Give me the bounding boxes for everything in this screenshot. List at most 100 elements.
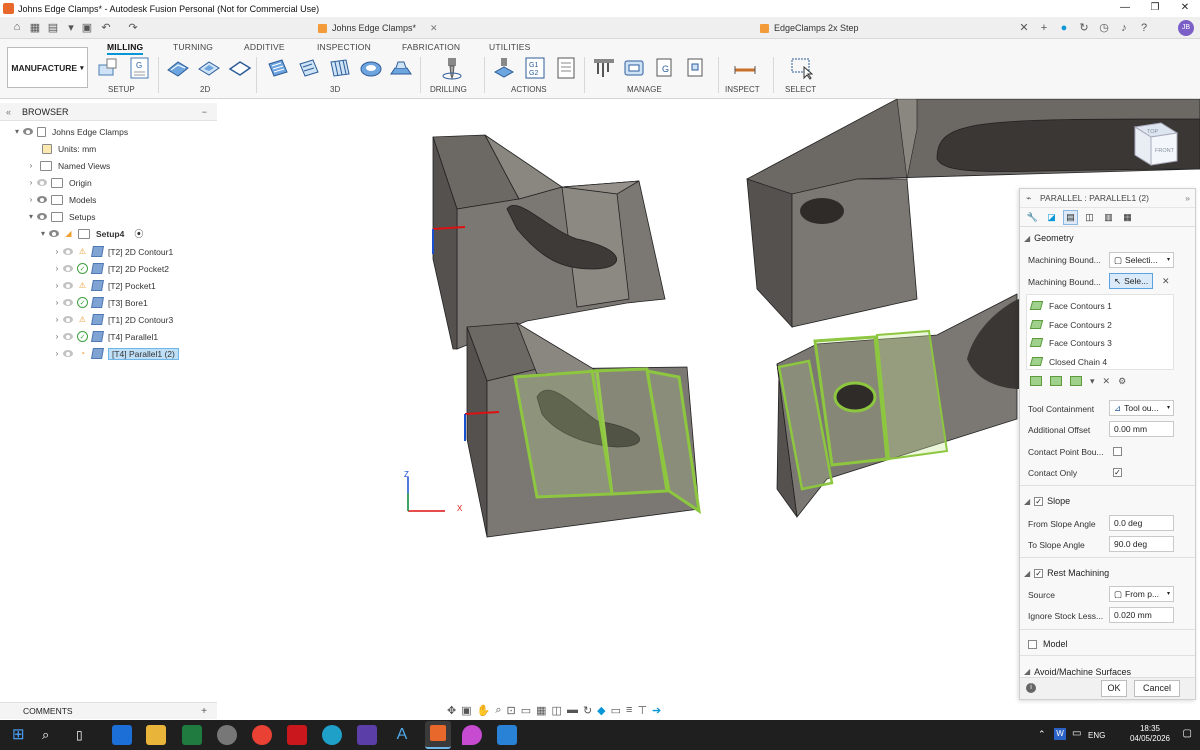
chevron-right-icon[interactable]: ›	[52, 315, 62, 324]
close-window-button[interactable]: ✕	[1170, 0, 1200, 17]
simulation-icon[interactable]: ➔	[652, 704, 661, 717]
list-item[interactable]: Face Contours 1	[1029, 297, 1112, 314]
file-explorer-icon[interactable]	[146, 725, 166, 745]
boundary-selection-button[interactable]: ↖ Sele...	[1109, 273, 1153, 289]
linking-tab-icon[interactable]: ▥	[1101, 210, 1116, 225]
operation-row[interactable]: › ⚠ [T2] Pocket1	[0, 277, 217, 294]
contour-3d-icon[interactable]	[389, 56, 413, 80]
clear-selection-icon[interactable]: ✕	[1162, 276, 1170, 287]
group-2d[interactable]: 2D	[200, 85, 210, 94]
fit-icon[interactable]: ⊡	[507, 704, 516, 717]
source-select[interactable]: ▢ From p... ▾	[1109, 586, 1174, 602]
chevron-down-icon[interactable]: ◢	[1024, 497, 1030, 506]
grid-settings-icon[interactable]: ▦	[536, 704, 546, 717]
3d-adaptive-icon[interactable]	[266, 56, 290, 80]
tray-chevron-icon[interactable]: ⌃	[1038, 729, 1046, 740]
browser-setup4[interactable]: ▾ ◢ Setup4 ⦿	[0, 225, 217, 242]
2d-adaptive-icon[interactable]	[166, 56, 190, 80]
visibility-icon[interactable]	[62, 281, 74, 290]
chevron-down-icon[interactable]: ▾	[1090, 376, 1095, 387]
word-tray-icon[interactable]: W	[1054, 728, 1066, 740]
post-process-icon[interactable]: G1G2	[523, 56, 547, 80]
chevron-down-icon[interactable]: ▾	[64, 21, 78, 34]
undo-icon[interactable]: ↶	[99, 21, 113, 34]
tab-fabrication[interactable]: FABRICATION	[402, 42, 460, 52]
chevron-down-icon[interactable]: ▾	[26, 212, 36, 221]
chevron-down-icon[interactable]: ◢	[1024, 234, 1030, 243]
scallop-icon[interactable]	[359, 56, 383, 80]
stock-display-icon[interactable]: ◆	[597, 704, 605, 717]
section-model[interactable]: Model	[1024, 639, 1068, 649]
browser-header[interactable]: « BROWSER −	[0, 103, 217, 121]
online-status-icon[interactable]: ●	[1056, 20, 1072, 36]
passes-tab-icon[interactable]: ◫	[1082, 210, 1097, 225]
notifications-icon[interactable]: ♪	[1116, 20, 1132, 36]
toolpath-display-icon[interactable]: ▭	[611, 704, 621, 717]
visibility-icon[interactable]	[36, 212, 48, 221]
section-avoid-surfaces[interactable]: ◢ Avoid/Machine Surfaces	[1024, 667, 1131, 676]
template-library-icon[interactable]	[684, 56, 708, 80]
home-icon[interactable]: ⌂	[10, 21, 24, 33]
environment-icon[interactable]: ▬	[567, 704, 578, 716]
orbit-icon[interactable]: ✥	[447, 704, 456, 717]
additional-offset-input[interactable]: 0.00 mm	[1109, 421, 1174, 437]
to-slope-input[interactable]: 90.0 deg	[1109, 536, 1174, 552]
minimize-panel-icon[interactable]: −	[202, 107, 207, 117]
chevron-right-icon[interactable]: ›	[26, 178, 36, 187]
chevron-down-icon[interactable]: ▾	[38, 229, 48, 238]
operation-row[interactable]: › ⚠ [T1] 2D Contour3	[0, 311, 217, 328]
clock[interactable]: 18:35 04/05/2026	[1130, 724, 1170, 744]
list-item[interactable]: Face Contours 3	[1029, 334, 1112, 351]
edge-icon[interactable]	[322, 725, 342, 745]
panel-header[interactable]: ⌁ PARALLEL : PARALLEL1 (2) »	[1020, 189, 1195, 208]
list-item[interactable]: Closed Chain 4	[1029, 353, 1107, 370]
zoom-icon[interactable]: ⌕	[495, 704, 501, 717]
group-drilling[interactable]: DRILLING	[430, 85, 467, 94]
machine-display-icon[interactable]: ≡	[626, 704, 632, 716]
operation-row[interactable]: › ✓ [T4] Parallel1	[0, 328, 217, 345]
stats-tab-icon[interactable]: ▦	[1120, 210, 1135, 225]
paint-icon[interactable]	[462, 725, 482, 745]
snipping-icon[interactable]	[497, 725, 517, 745]
2d-contour-icon[interactable]	[228, 56, 252, 80]
grid-icon[interactable]: ▦	[28, 21, 42, 34]
tab-turning[interactable]: TURNING	[173, 42, 213, 52]
ok-button[interactable]: OK	[1101, 680, 1127, 697]
geometry-tab-icon[interactable]: ◪	[1044, 210, 1059, 225]
chrome-icon[interactable]	[252, 725, 272, 745]
visibility-icon[interactable]	[62, 332, 74, 341]
tab-additive[interactable]: ADDITIVE	[244, 42, 285, 52]
chevron-down-icon[interactable]: ◢	[1024, 569, 1030, 578]
add-face-icon[interactable]	[1050, 376, 1062, 386]
visibility-icon[interactable]	[36, 195, 48, 204]
visibility-icon[interactable]	[62, 315, 74, 324]
browser-models[interactable]: › Models	[0, 191, 217, 208]
clamp-part-1[interactable]	[432, 134, 666, 350]
operation-row[interactable]: › ✓ [T2] 2D Pocket2	[0, 260, 217, 277]
view-cube[interactable]: TOP FRONT	[1133, 122, 1179, 166]
tool-containment-select[interactable]: ⊿ Tool ou... ▾	[1109, 400, 1174, 416]
from-slope-input[interactable]: 0.0 deg	[1109, 515, 1174, 531]
tool-display-icon[interactable]: ⊤	[637, 704, 647, 717]
nc-program-icon[interactable]: G	[128, 56, 152, 80]
task-view-icon[interactable]: ▯	[76, 725, 96, 745]
group-setup[interactable]: SETUP	[108, 85, 135, 94]
active-setup-icon[interactable]: ⦿	[134, 227, 143, 240]
redo-icon[interactable]: ↷	[126, 21, 140, 34]
workspace-selector[interactable]: MANUFACTURE ▾	[7, 47, 88, 88]
visibility-icon[interactable]	[62, 298, 74, 307]
visibility-icon[interactable]	[48, 229, 60, 238]
section-slope[interactable]: ◢ ✓ Slope	[1024, 496, 1070, 506]
windows-start-icon[interactable]: ⊞	[12, 725, 32, 745]
browser-setups[interactable]: ▾ Setups	[0, 208, 217, 225]
ignore-stock-input[interactable]: 0.020 mm	[1109, 607, 1174, 623]
language-indicator[interactable]: ENG	[1088, 731, 1105, 740]
fusion-taskbar-active[interactable]	[425, 721, 451, 749]
app-purple-icon[interactable]	[357, 725, 377, 745]
tool-tab-icon[interactable]: 🔧	[1025, 210, 1040, 225]
operation-row[interactable]: › ◔ [T4] Parallel1 (2)	[0, 345, 217, 362]
refresh-icon[interactable]: ↻	[583, 704, 592, 717]
save-icon[interactable]: ▣	[80, 21, 94, 34]
clamp-part-4[interactable]	[776, 293, 1019, 518]
operation-row[interactable]: › ⚠ [T2] 2D Contour1	[0, 243, 217, 260]
